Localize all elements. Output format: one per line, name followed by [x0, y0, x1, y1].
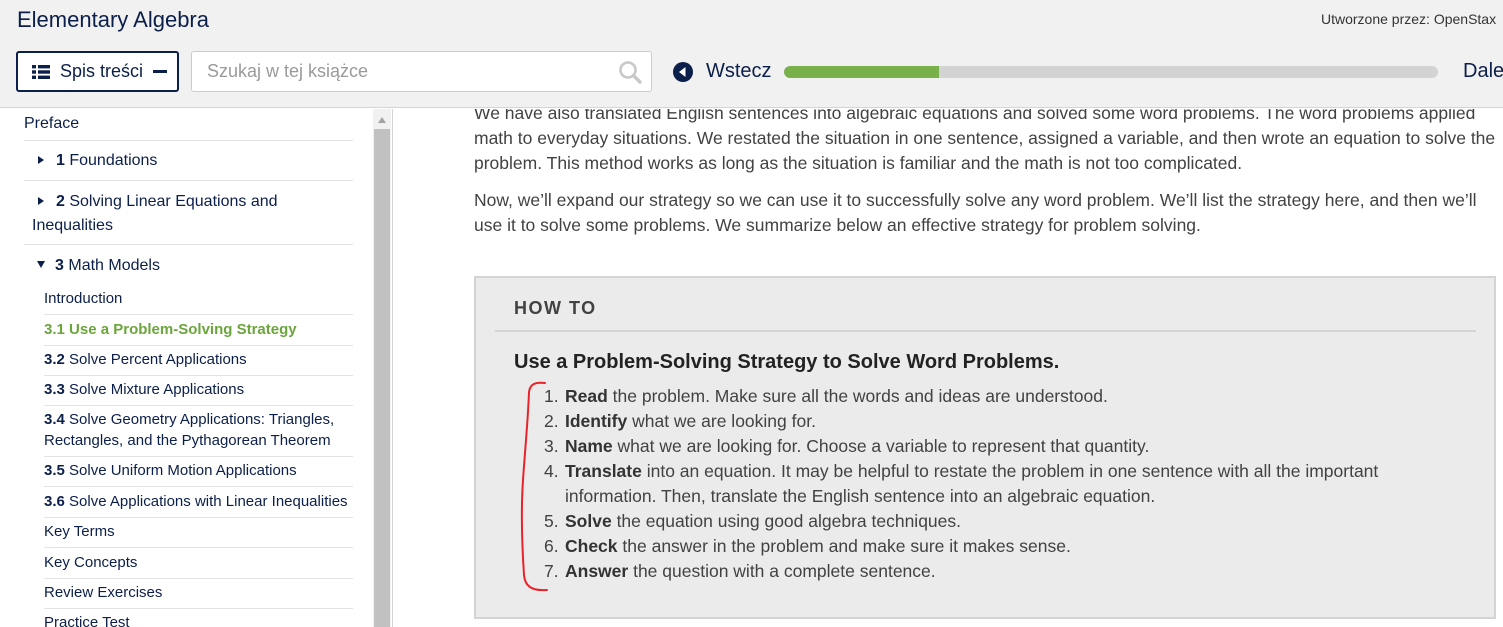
step-text: the question with a complete sentence.: [628, 561, 936, 581]
toc-section-label: Solve Mixture Applications: [69, 381, 245, 398]
step-text: the equation using good algebra techniqu…: [611, 511, 962, 531]
step-text: the answer in the problem and make sure …: [617, 536, 1071, 556]
toc-section-number: 3.2: [44, 351, 65, 368]
list-icon: [32, 64, 50, 79]
step-item: 5. Solve the equation using good algebra …: [544, 509, 1394, 534]
toc-section-label: Key Terms: [44, 523, 115, 540]
step-text: what we are looking for.: [627, 411, 816, 431]
step-text: the problem. Make sure all the words and…: [607, 386, 1108, 406]
toc-item-chapter-2[interactable]: 2 Solving Linear Equations and Inequalit…: [24, 190, 353, 245]
toc-section-key-concepts[interactable]: Key Concepts: [44, 552, 353, 579]
step-text: into an equation. It may be helpful to r…: [565, 461, 1379, 506]
toc-item-label: Math Models: [68, 257, 160, 274]
caret-down-icon: [37, 261, 45, 268]
toc-section-label: Use a Problem-Solving Strategy: [69, 321, 297, 338]
page-content: We have also translated English sentence…: [394, 109, 1503, 627]
search-input[interactable]: [192, 52, 602, 91]
how-to-title: Use a Problem-Solving Strategy to Solve …: [514, 351, 1060, 373]
toc-section-number: 3.1: [44, 321, 65, 338]
toc-item-chapter-3[interactable]: 3 Math Models: [24, 254, 353, 282]
toc-section-practice-test[interactable]: Practice Test: [44, 612, 353, 627]
step-item: 7. Answer the question with a complete se…: [544, 559, 1394, 584]
step-item: 2. Identify what we are looking for.: [544, 409, 1394, 434]
step-keyword: Name: [565, 436, 613, 456]
search-icon[interactable]: [618, 60, 642, 84]
toc-section-review-exercises[interactable]: Review Exercises: [44, 582, 353, 609]
step-keyword: Translate: [565, 461, 642, 481]
toc-section-3-4[interactable]: 3.4 Solve Geometry Applications: Triangl…: [44, 409, 353, 457]
step-keyword: Read: [565, 386, 608, 406]
toc-section-label: Solve Geometry Applications: Triangles, …: [44, 411, 335, 449]
caret-right-icon: [38, 156, 44, 164]
toc-item-label: Solving Linear Equations and Inequalitie…: [32, 193, 278, 234]
how-to-box: HOW TO Use a Problem-Solving Strategy to…: [474, 276, 1496, 619]
toc-section-label: Introduction: [44, 290, 123, 307]
step-keyword: Solve: [565, 511, 612, 531]
book-header: Elementary Algebra Utworzone przez: Open…: [0, 0, 1503, 108]
strategy-paragraph: Now, we’ll expand our strategy so we can…: [474, 190, 1477, 235]
scrollbar-thumb[interactable]: [374, 129, 390, 627]
step-item: 4. Translate into an equation. It may be …: [544, 459, 1394, 509]
toc-item-label: Foundations: [69, 152, 158, 169]
toc-section-3-2[interactable]: 3.2 Solve Percent Applications: [44, 349, 353, 376]
chapter-number: 2: [56, 193, 65, 210]
toc-section-number: 3.5: [44, 462, 65, 479]
search-box: [191, 51, 652, 92]
scroll-up-arrow-icon[interactable]: [378, 117, 386, 123]
toc-section-label: Key Concepts: [44, 554, 138, 571]
red-bracket-annotation: [520, 381, 548, 592]
next-button[interactable]: Dalej: [1463, 60, 1503, 83]
toc-item-preface[interactable]: Preface: [24, 112, 353, 141]
back-button[interactable]: Wstecz: [706, 60, 772, 83]
toc-section-label: Solve Applications with Linear Inequalit…: [69, 493, 348, 510]
step-keyword: Answer: [565, 561, 629, 581]
chapter-number: 3: [55, 257, 64, 274]
strategy-steps: 1. Read the problem. Make sure all the wo…: [544, 384, 1394, 584]
toc-section-key-terms[interactable]: Key Terms: [44, 521, 353, 548]
step-keyword: Check: [565, 536, 618, 556]
toc-section-introduction[interactable]: Introduction: [44, 288, 353, 315]
toc-sidebar: Preface 1 Foundations 2 Solving Linear E…: [0, 109, 393, 627]
toc-section-3-6[interactable]: 3.6 Solve Applications with Linear Inequ…: [44, 491, 353, 518]
toc-section-number: 3.6: [44, 493, 65, 510]
toc-section-label: Solve Percent Applications: [69, 351, 247, 368]
toc-toggle-button[interactable]: Spis treści: [16, 51, 179, 92]
minus-icon: [153, 70, 167, 73]
how-to-divider: [495, 330, 1476, 332]
intro-paragraph: We have also translated English sentence…: [474, 109, 1496, 173]
toc-section-label: Solve Uniform Motion Applications: [69, 462, 297, 479]
toc-section-3-1[interactable]: 3.1 Use a Problem-Solving Strategy: [44, 319, 353, 346]
book-progress-bar: [784, 66, 1438, 78]
toc-section-label: Review Exercises: [44, 584, 163, 601]
toc-section-number: 3.4: [44, 411, 65, 428]
author-credit: Utworzone przez: OpenStax: [1321, 11, 1497, 27]
toc-item-label: Preface: [24, 115, 80, 132]
step-item: 1. Read the problem. Make sure all the wo…: [544, 384, 1394, 409]
chapter-number: 1: [56, 152, 65, 169]
back-arrow-icon[interactable]: [673, 62, 693, 82]
step-keyword: Identify: [565, 411, 628, 431]
how-to-label: HOW TO: [514, 298, 597, 318]
step-item: 3. Name what we are looking for. Choose a…: [544, 434, 1394, 459]
toc-section-3-3[interactable]: 3.3 Solve Mixture Applications: [44, 379, 353, 406]
book-title[interactable]: Elementary Algebra: [17, 7, 209, 33]
toc-section-label: Practice Test: [44, 614, 130, 627]
toc-button-label: Spis treści: [60, 61, 144, 81]
step-item: 6. Check the answer in the problem and ma…: [544, 534, 1394, 559]
sidebar-scrollbar[interactable]: [373, 109, 391, 627]
progress-fill: [784, 66, 939, 78]
toc-item-chapter-1[interactable]: 1 Foundations: [24, 149, 353, 181]
toc-section-3-5[interactable]: 3.5 Solve Uniform Motion Applications: [44, 460, 353, 487]
toc-section-number: 3.3: [44, 381, 65, 398]
step-text: what we are looking for. Choose a variab…: [612, 436, 1150, 456]
caret-right-icon: [38, 197, 44, 205]
